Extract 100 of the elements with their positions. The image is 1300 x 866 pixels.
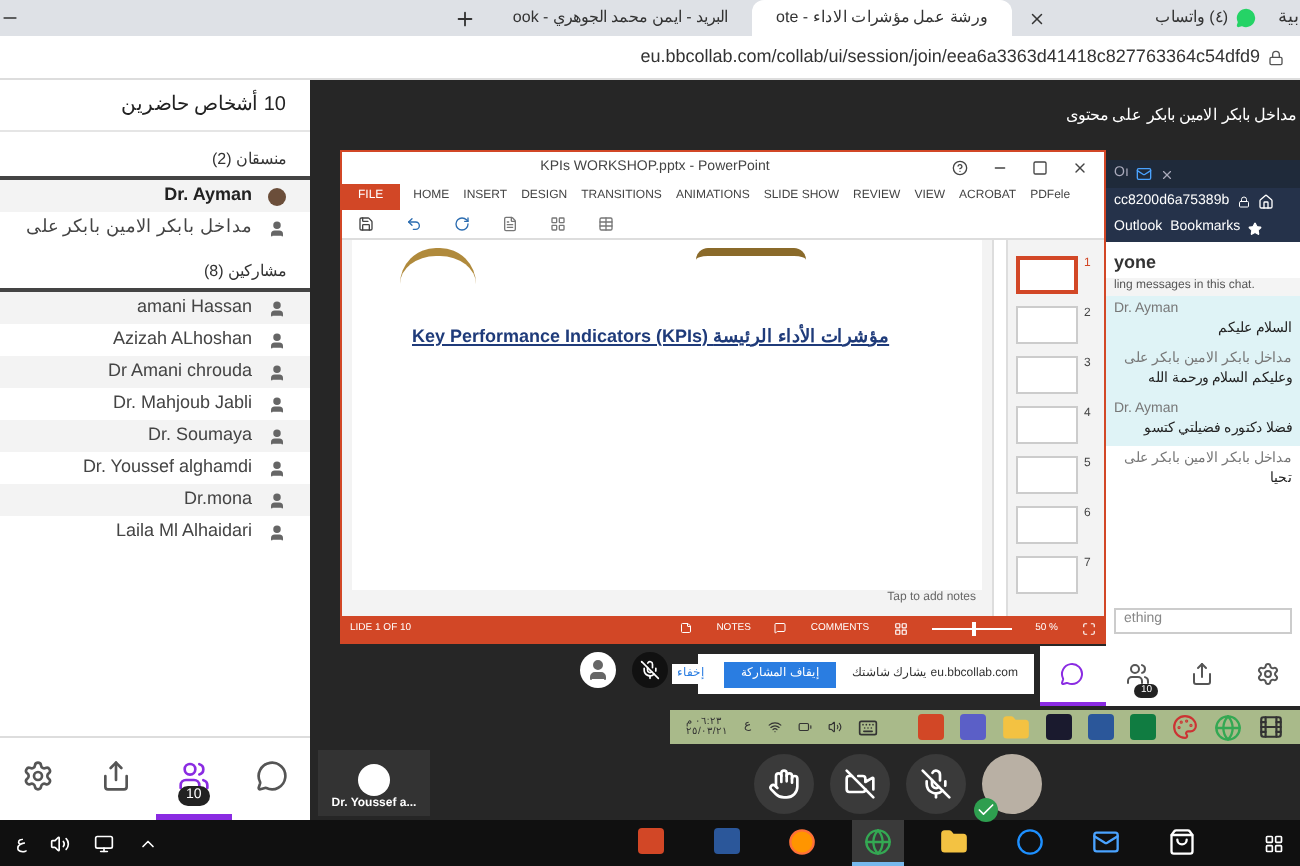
redo-icon[interactable]	[454, 215, 470, 232]
attendee-name: Dr.mona	[183, 486, 252, 513]
person-icon	[268, 331, 286, 349]
layout-icon[interactable]	[550, 215, 566, 232]
avatar-photo	[268, 187, 286, 205]
mail-icon	[1136, 166, 1153, 182]
people-icon	[177, 760, 210, 792]
camera-off-icon	[844, 768, 876, 800]
notification-icon[interactable]	[1264, 833, 1284, 853]
mic-off-icon	[640, 660, 660, 680]
close-icon[interactable]	[1072, 160, 1088, 176]
slide-thumbnail[interactable]	[1016, 505, 1078, 544]
attendee-row[interactable]: Dr Amani chrouda	[0, 356, 310, 388]
lock-icon	[1237, 196, 1250, 208]
share-icon	[1190, 662, 1215, 686]
scrollbar[interactable]	[992, 239, 1008, 616]
share-icon	[100, 760, 133, 792]
new-tab-icon[interactable]	[454, 7, 476, 29]
tab-title: البريد - ايمن محمد الجوهري - ook	[512, 6, 728, 30]
folder-icon[interactable]	[940, 827, 968, 855]
raise-hand-button[interactable]	[754, 754, 814, 814]
settings-icon	[22, 760, 55, 792]
person-icon	[268, 523, 286, 541]
profile-avatar[interactable]	[982, 754, 1042, 814]
person-icon	[586, 658, 610, 682]
zoom-thumb[interactable]	[971, 621, 976, 636]
slide-thumbnail[interactable]	[1016, 455, 1078, 494]
help-icon[interactable]	[952, 160, 968, 176]
keyboard-icon	[857, 717, 878, 737]
network-icon[interactable]	[94, 833, 114, 853]
fit-icon[interactable]	[1082, 621, 1096, 636]
pdf-app-icon	[1046, 714, 1072, 740]
person-icon	[268, 459, 286, 477]
attendee-row[interactable]: Dr. Ayman	[0, 180, 310, 212]
view-icon[interactable]	[893, 621, 908, 636]
paint-app-icon	[1172, 714, 1198, 740]
volume-icon	[827, 720, 842, 734]
attendee-name: Dr. Mahjoub Jabli	[112, 390, 252, 417]
close-icon[interactable]	[1160, 167, 1175, 181]
maximize-icon[interactable]	[1032, 160, 1048, 176]
slide-thumbnail[interactable]	[1016, 305, 1078, 344]
tab-title[interactable]: بية	[1272, 4, 1300, 32]
chat-title: yone	[1112, 250, 1159, 276]
browser-tab[interactable]: (٤) واتساب	[1012, 0, 1272, 36]
comments-icon	[774, 622, 787, 635]
attendee-row[interactable]: Dr. Soumaya	[0, 420, 310, 452]
slide-thumbnail[interactable]	[1016, 355, 1078, 394]
tab-title: ورشة عمل مؤشرات الاداء - ote	[776, 6, 988, 30]
slide-thumbnail[interactable]	[1016, 405, 1078, 444]
chat-icon	[1060, 662, 1085, 686]
person-icon	[268, 363, 286, 381]
person-icon	[268, 299, 286, 317]
attendee-name: Laila Ml Alhaidari	[115, 518, 252, 545]
attendee-name: Dr Amani chrouda	[107, 358, 252, 385]
hand-icon	[768, 768, 800, 800]
panel-title: 10 أشخاص حاضرين	[120, 90, 286, 120]
new-slide-icon[interactable]	[502, 215, 518, 232]
chat-icon	[255, 760, 288, 792]
camera-off-button[interactable]	[830, 754, 890, 814]
home-icon[interactable]	[1257, 194, 1274, 210]
mic-off-button[interactable]	[906, 754, 966, 814]
notes-icon	[680, 622, 693, 635]
presentation-app-icon	[918, 714, 944, 740]
sheet-app-icon	[1130, 714, 1156, 740]
store-icon[interactable]	[1168, 827, 1196, 855]
attendee-name: Dr. Soumaya	[147, 422, 252, 449]
person-icon	[268, 395, 286, 413]
people-icon	[1125, 662, 1150, 686]
table-icon[interactable]	[598, 215, 614, 232]
settings-icon	[1255, 662, 1280, 686]
close-icon[interactable]	[1028, 9, 1046, 27]
network-icon	[767, 720, 782, 734]
check-icon	[974, 798, 998, 822]
attendee-row[interactable]: amani Hassan	[0, 292, 310, 324]
presentation-app-icon	[637, 828, 663, 854]
person-icon	[268, 427, 286, 445]
slide-title: Key Performance Indicators (KPIs) مؤشرات الأداء الرئيسة	[412, 323, 892, 351]
browser-tab[interactable]: ورشة عمل مؤشرات الاداء - ote	[752, 0, 1012, 36]
star-icon[interactable]	[1248, 222, 1263, 236]
undo-icon[interactable]	[406, 215, 422, 232]
attendee-name: amani Hassan	[136, 294, 252, 321]
battery-icon	[797, 720, 812, 734]
volume-icon[interactable]	[50, 833, 70, 853]
team-app-icon	[960, 714, 986, 740]
save-icon[interactable]	[358, 215, 374, 232]
mail-icon[interactable]	[1092, 827, 1120, 855]
attendee-name: Dr. Youssef alghamdi	[82, 454, 252, 481]
attendee-row[interactable]: Dr.mona	[0, 484, 310, 516]
chat-icon	[1236, 8, 1256, 28]
browser-tab[interactable]: البريد - ايمن محمد الجوهري - ook	[492, 0, 752, 36]
document-app-icon	[1088, 714, 1114, 740]
tab-title: (٤) واتساب	[1152, 6, 1228, 30]
slide-thumbnail[interactable]	[1016, 555, 1078, 594]
attendee-name: Dr. Ayman	[164, 182, 252, 209]
avatar-silhouette	[358, 764, 390, 796]
slide-thumbnail[interactable]	[1016, 255, 1078, 294]
mic-off-icon	[920, 768, 952, 800]
person-icon	[268, 219, 286, 237]
attendee-name: Azizah ALhoshan	[112, 326, 252, 353]
attendee-name: مداخل بابكر الامين بابكر على	[25, 214, 252, 241]
